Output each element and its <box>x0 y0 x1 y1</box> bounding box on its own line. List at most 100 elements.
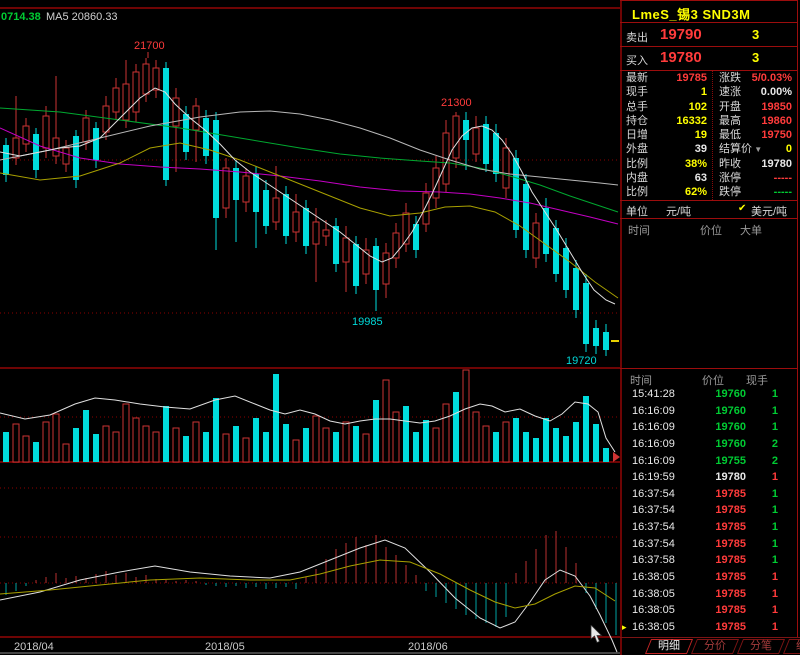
trade-time: 16:38:05 <box>632 586 675 603</box>
quote-field-r-7: 涨停----- <box>713 171 797 185</box>
ask-price: 19790 <box>660 26 702 43</box>
field-value: 19850 <box>761 100 792 114</box>
trade-volume: 1 <box>772 586 778 603</box>
ma-indicator-label: MA5 20860.33 <box>46 11 118 23</box>
trade-volume: 1 <box>772 619 778 636</box>
field-label: 跌停 <box>719 185 741 199</box>
trade-row: 16:16:09 19760 1 <box>620 419 798 436</box>
candlestick-series <box>3 58 609 356</box>
field-value: 19860 <box>761 114 792 128</box>
trade-volume: 1 <box>772 403 778 420</box>
trade-price: 19785 <box>715 602 746 619</box>
field-value: 19 <box>695 128 707 142</box>
trade-volume: 1 <box>772 536 778 553</box>
volume-series <box>3 370 609 462</box>
bigorder-header-time: 时间 <box>628 222 650 238</box>
quote-field-r-1: 速涨0.00% <box>713 85 797 99</box>
trade-price: 19785 <box>715 569 746 586</box>
trade-volume: 2 <box>772 453 778 470</box>
trade-price: 19780 <box>715 469 746 486</box>
trade-price: 19760 <box>715 386 746 403</box>
contract-title[interactable]: LmeS_锡3 SND3M <box>632 4 750 23</box>
field-value: 19780 <box>761 157 792 171</box>
field-value: ----- <box>774 171 792 185</box>
trade-row: 16:16:09197552 <box>620 453 798 470</box>
trade-row: 16:38:05 19785 1 <box>620 586 798 603</box>
field-value: ----- <box>774 185 792 199</box>
trade-time: 16:16:09 <box>632 403 675 420</box>
border-top <box>620 0 798 1</box>
annotation-low-19720: 19720 <box>566 355 597 367</box>
field-value: 0 <box>786 142 792 156</box>
field-label: 最高 <box>719 114 741 128</box>
trade-volume: 1 <box>772 419 778 436</box>
trade-volume: 1 <box>772 602 778 619</box>
quote-field-l-5: 外盘39 <box>620 142 712 156</box>
trade-price: 19785 <box>715 519 746 536</box>
bid-qty: 3 <box>752 50 759 65</box>
trade-row: 16:37:54197851 <box>620 486 798 503</box>
tab-detail[interactable]: 明细 <box>645 639 693 654</box>
quote-field-l-1: 现手1 <box>620 85 712 99</box>
current-row-arrow-icon: ▸ <box>622 619 627 636</box>
trade-time: 16:37:58 <box>632 552 675 569</box>
trade-tick-list[interactable]: 15:41:28 19760 1 16:16:09 19760 1 16:16:09 1976… <box>620 386 798 637</box>
field-label: 涨跌 <box>719 71 741 85</box>
trade-time: 16:16:09 <box>632 419 675 436</box>
trade-price: 19760 <box>715 419 746 436</box>
field-label: 速涨 <box>719 85 741 99</box>
field-label: 昨收 <box>719 157 741 171</box>
trade-time: 16:16:09 <box>632 436 675 453</box>
dropdown-arrow-icon[interactable]: ▼ <box>752 145 762 154</box>
ask-qty: 3 <box>752 27 759 42</box>
panel-separators <box>0 8 620 653</box>
trade-row: 15:41:28 19760 1 <box>620 386 798 403</box>
trade-price: 19785 <box>715 619 746 636</box>
trade-price: 19785 <box>715 586 746 603</box>
trade-volume: 2 <box>772 436 778 453</box>
trade-row: 16:38:05 19785 1 <box>620 602 798 619</box>
ma-gray-line <box>0 111 618 185</box>
field-label: 总手 <box>626 100 648 114</box>
tab-price-dist[interactable]: 分价 <box>691 639 739 654</box>
field-label: 最低 <box>719 128 741 142</box>
trade-volume: 1 <box>772 469 778 486</box>
field-value: 16332 <box>676 114 707 128</box>
trade-row: ▸16:38:05197851 <box>620 619 798 636</box>
trade-time: 15:41:28 <box>632 386 675 403</box>
field-value: 1 <box>701 85 707 99</box>
field-label: 日增 <box>626 128 648 142</box>
tab-stats[interactable]: 统计 <box>783 639 800 654</box>
trade-price: 19755 <box>715 453 746 470</box>
unit-option-usd[interactable]: 美元/吨 <box>751 203 787 219</box>
field-label: 持仓 <box>626 114 648 128</box>
quote-field-l-8: 比例62% <box>620 185 712 199</box>
border-sell-bottom <box>620 46 798 47</box>
quote-field-r-5[interactable]: 结算价 ▼0 <box>713 142 797 156</box>
quote-field-l-4: 日增 19 <box>620 128 712 142</box>
x-axis-label-june: 2018/06 <box>408 641 448 653</box>
tab-tick[interactable]: 分笔 <box>737 639 785 654</box>
trade-price: 19785 <box>715 486 746 503</box>
trade-row: 16:16:09 19760 1 <box>620 403 798 420</box>
quote-field-l-6: 比例38% <box>620 157 712 171</box>
trade-volume: 1 <box>772 502 778 519</box>
trade-time: 16:38:05 <box>632 602 675 619</box>
trade-price: 19760 <box>715 436 746 453</box>
quote-field-r-2: 开盘19850 <box>713 100 797 114</box>
trade-price: 19785 <box>715 536 746 553</box>
macd-dif-line <box>0 540 617 652</box>
trade-price: 19760 <box>715 403 746 420</box>
field-value: 19750 <box>761 128 792 142</box>
trade-time: 16:37:54 <box>632 519 675 536</box>
macd-dea-line <box>0 560 615 608</box>
trading-terminal-window: 0714.38 MA5 20860.33 21700 21300 19985 1… <box>0 0 800 655</box>
check-icon: ✔ <box>738 203 746 214</box>
trade-row: 16:38:05197851 <box>620 569 798 586</box>
ma-white5-line <box>0 88 615 304</box>
trade-volume: 1 <box>772 386 778 403</box>
unit-option-cny[interactable]: 元/吨 <box>666 203 691 219</box>
bottom-tabstrip: 明细 分价 分笔 统计 <box>620 637 800 655</box>
field-value: 63 <box>695 171 707 185</box>
x-axis-label-may: 2018/05 <box>205 641 245 653</box>
